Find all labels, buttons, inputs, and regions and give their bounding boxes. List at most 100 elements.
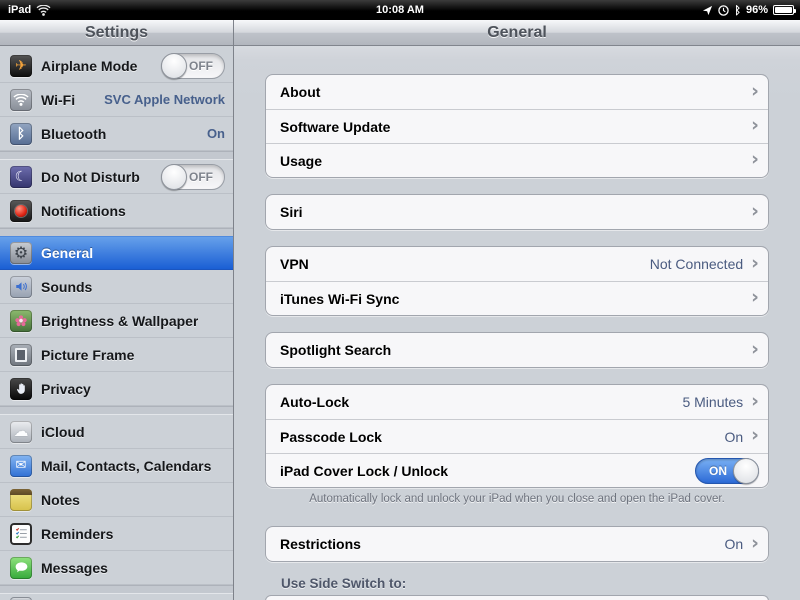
settings-group: Auto-Lock 5 Minutes › Passcode Lock On › iPad … <box>265 384 769 488</box>
row-spotlight-search[interactable]: Spotlight Search › <box>266 333 768 367</box>
sidebar-title: Settings <box>85 24 148 42</box>
status-bar: iPad 10:08 AM ᛒ 96% <box>0 0 800 20</box>
row-usage[interactable]: Usage › <box>266 143 768 177</box>
sidebar-item-messages[interactable]: Messages <box>0 551 233 585</box>
airplane-mode-toggle-knob[interactable] <box>161 53 187 79</box>
sidebar-item-label: Wi-Fi <box>41 92 75 108</box>
general-pane: General About› Software Update › Usage › Siri… <box>234 20 800 600</box>
flower-icon <box>10 310 32 332</box>
ipad-cover-lock-unlock-toggle-knob[interactable] <box>733 458 759 484</box>
sidebar-item-label: iCloud <box>41 424 85 440</box>
sidebar-item-privacy[interactable]: Privacy <box>0 372 233 406</box>
content-area: Settings ✈Airplane ModeOFF Wi-Fi SVC Apple… <box>0 20 800 600</box>
row-siri[interactable]: Siri› <box>266 195 768 229</box>
sidebar-item-icloud[interactable]: ☁iCloud <box>0 415 233 449</box>
sidebar-item-label: Reminders <box>41 526 113 542</box>
ipad-cover-lock-unlock-toggle[interactable]: ON <box>695 458 759 484</box>
status-time: 10:08 AM <box>0 4 800 16</box>
sidebar-item-bluetooth[interactable]: ᛒBluetoothOn <box>0 117 233 151</box>
mail-icon: ✉ <box>10 455 32 477</box>
row-label: iPad Cover Lock / Unlock <box>280 463 448 479</box>
notifications-icon <box>10 200 32 222</box>
row-about[interactable]: About› <box>266 75 768 109</box>
auto-lock-value: 5 Minutes <box>682 394 743 410</box>
sidebar-group-gap <box>0 151 233 160</box>
sidebar-item-label: Notes <box>41 492 80 508</box>
cover-lock-footnote: Automatically lock and unlock your iPad … <box>305 493 729 505</box>
battery-icon <box>773 5 794 15</box>
do-not-disturb-toggle[interactable]: OFF <box>161 164 225 190</box>
airplane-mode-toggle[interactable]: OFF <box>161 53 225 79</box>
row-label: Siri <box>280 204 303 220</box>
row-ipad-cover-lock-unlock[interactable]: iPad Cover Lock / Unlock ON <box>266 453 768 487</box>
sidebar-item-reminders[interactable]: Reminders <box>0 517 233 551</box>
bluetooth-icon: ᛒ <box>10 123 32 145</box>
ipad-cover-lock-unlock-toggle-label: ON <box>709 464 727 478</box>
row-label: Software Update <box>280 119 390 135</box>
reminders-icon <box>10 523 32 545</box>
chevron-right-icon: › <box>751 426 759 445</box>
sidebar-item-label: Notifications <box>41 203 126 219</box>
sidebar-item-notifications[interactable]: Notifications <box>0 194 233 228</box>
vpn-value: Not Connected <box>650 256 743 272</box>
sidebar-item-label: Privacy <box>41 381 91 397</box>
chevron-right-icon: › <box>751 254 759 273</box>
do-not-disturb-toggle-knob[interactable] <box>161 164 187 190</box>
sidebar-item-airplane-mode[interactable]: ✈Airplane ModeOFF <box>0 49 233 83</box>
sidebar-item-label: Sounds <box>41 279 92 295</box>
settings-group: About› Software Update › Usage › <box>265 74 769 178</box>
passcode-lock-value: On <box>724 429 743 445</box>
general-settings-panel: About›Software Update›Usage›Siri›VPNNot … <box>234 74 800 600</box>
airplane-icon: ✈ <box>10 55 32 77</box>
settings-group-partial <box>265 595 769 600</box>
wi-fi-value: SVC Apple Network <box>98 92 225 107</box>
settings-group: Restrictions On › <box>265 526 769 562</box>
row-label: Auto-Lock <box>280 394 349 410</box>
gear-icon: ⚙ <box>10 242 32 264</box>
sidebar-item-label: General <box>41 245 93 261</box>
sidebar-item-brightness-wallpaper[interactable]: Brightness & Wallpaper <box>0 304 233 338</box>
row-label: Usage <box>280 153 322 169</box>
chevron-right-icon: › <box>751 288 759 307</box>
chevron-right-icon: › <box>751 116 759 135</box>
chevron-right-icon: › <box>751 150 759 169</box>
settings-group: Spotlight Search › <box>265 332 769 368</box>
sidebar-item-label: Picture Frame <box>41 347 134 363</box>
sidebar-item-label: Bluetooth <box>41 126 106 142</box>
sidebar-item-general[interactable]: ⚙ General <box>0 236 233 270</box>
sidebar-group-gap <box>0 406 233 415</box>
sidebar-item-mail-contacts-calendars[interactable]: ✉Mail, Contacts, Calendars <box>0 449 233 483</box>
picture-frame-icon <box>10 344 32 366</box>
do-not-disturb-toggle-label: OFF <box>189 170 213 184</box>
row-itunes-wi-fi-sync[interactable]: iTunes Wi-Fi Sync› <box>266 281 768 315</box>
sidebar-item-label: Brightness & Wallpaper <box>41 313 198 329</box>
chevron-right-icon: › <box>751 340 759 359</box>
row-label: VPN <box>280 256 309 272</box>
main-header: General <box>234 20 800 46</box>
row-label: Spotlight Search <box>280 342 391 358</box>
settings-sidebar: Settings ✈Airplane ModeOFF Wi-Fi SVC Apple… <box>0 20 234 600</box>
row-label: Restrictions <box>280 536 361 552</box>
sidebar-list: ✈Airplane ModeOFF Wi-Fi SVC Apple Network ᛒ… <box>0 46 233 600</box>
settings-group: Siri› <box>265 194 769 230</box>
chevron-right-icon: › <box>751 82 759 101</box>
chevron-right-icon: › <box>751 534 759 553</box>
sidebar-item-notes[interactable]: Notes <box>0 483 233 517</box>
row-restrictions[interactable]: Restrictions On › <box>266 527 768 561</box>
sidebar-item-picture-frame[interactable]: Picture Frame <box>0 338 233 372</box>
restrictions-value: On <box>724 536 743 552</box>
row-vpn[interactable]: VPN Not Connected › <box>266 247 768 281</box>
sidebar-item-wi-fi[interactable]: Wi-Fi SVC Apple Network <box>0 83 233 117</box>
messages-icon <box>10 557 32 579</box>
sidebar-item-do-not-disturb[interactable]: ☾Do Not DisturbOFF <box>0 160 233 194</box>
sidebar-item-sounds[interactable]: Sounds <box>0 270 233 304</box>
row-label: Passcode Lock <box>280 429 382 445</box>
sidebar-header: Settings <box>0 20 233 46</box>
row-software-update[interactable]: Software Update › <box>266 109 768 143</box>
row-passcode-lock[interactable]: Passcode Lock On › <box>266 419 768 453</box>
chevron-right-icon: › <box>751 392 759 411</box>
row-auto-lock[interactable]: Auto-Lock 5 Minutes › <box>266 385 768 419</box>
sidebar-item-label: Messages <box>41 560 108 576</box>
main-title: General <box>487 24 547 42</box>
wifi-icon <box>10 89 32 111</box>
